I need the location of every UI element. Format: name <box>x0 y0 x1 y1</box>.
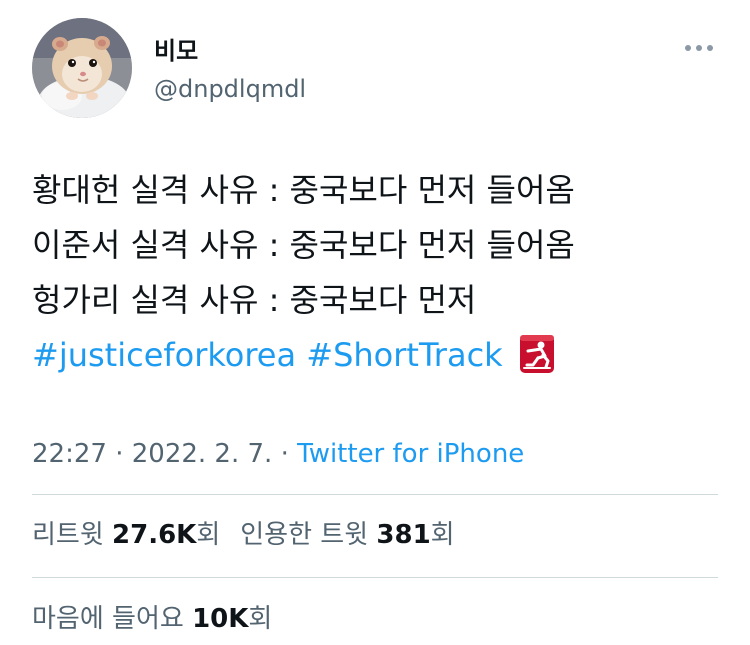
hashtag-shorttrack[interactable]: #ShortTrack <box>306 336 502 374</box>
meta-separator: · <box>106 439 132 469</box>
hashtag-justiceforkorea[interactable]: #justiceforkorea <box>32 336 296 374</box>
likes-count: 10K <box>192 604 249 634</box>
quotes-unit: 회 <box>430 520 455 550</box>
user-handle[interactable]: @dnpdlqmdl <box>154 74 306 104</box>
tweet-line: 헝가리 실격 사유 : 중국보다 먼저 <box>32 281 477 319</box>
retweets-count: 27.6K <box>112 520 197 550</box>
tweet-line: 이준서 실격 사유 : 중국보다 먼저 들어옴 <box>32 226 575 264</box>
quote-tweets-stat[interactable]: 인용한 트윗 381회 <box>240 520 454 550</box>
tweet-time[interactable]: 22:27 <box>32 439 107 469</box>
tweet-date[interactable]: 2022. 2. 7. <box>132 439 273 469</box>
divider <box>32 577 718 578</box>
divider <box>32 494 718 495</box>
tweet-source-link[interactable]: Twitter for iPhone <box>297 439 524 469</box>
likes-unit: 회 <box>248 604 273 634</box>
tweet-meta: 22:27 · 2022. 2. 7. · Twitter for iPhone <box>32 437 524 471</box>
tweet-header: 비모 @dnpdlqmdl <box>32 18 718 118</box>
hashtag-line: #justiceforkorea #ShortTrack <box>32 328 722 383</box>
speed-skater-icon <box>519 335 554 373</box>
likes-stat[interactable]: 마음에 들어요 10K회 <box>32 604 272 634</box>
retweets-unit: 회 <box>196 520 221 550</box>
hamster-avatar-image <box>32 18 132 118</box>
quotes-count: 381 <box>376 520 431 550</box>
tweet-text: 황대헌 실격 사유 : 중국보다 먼저 들어옴 이준서 실격 사유 : 중국보다… <box>32 163 722 383</box>
likes-label: 마음에 들어요 <box>32 604 184 634</box>
retweets-label: 리트윗 <box>32 520 104 550</box>
avatar[interactable] <box>32 18 132 118</box>
meta-separator: · <box>272 439 298 469</box>
display-name[interactable]: 비모 <box>154 36 198 66</box>
engagement-stats-row: 리트윗 27.6K회 인용한 트윗 381회 <box>32 518 455 552</box>
likes-stats-row: 마음에 들어요 10K회 <box>32 602 272 636</box>
quotes-label: 인용한 트윗 <box>240 520 369 550</box>
retweets-stat[interactable]: 리트윗 27.6K회 <box>32 520 220 550</box>
more-options-icon[interactable] <box>684 42 714 54</box>
tweet-line: 황대헌 실격 사유 : 중국보다 먼저 들어옴 <box>32 171 575 209</box>
